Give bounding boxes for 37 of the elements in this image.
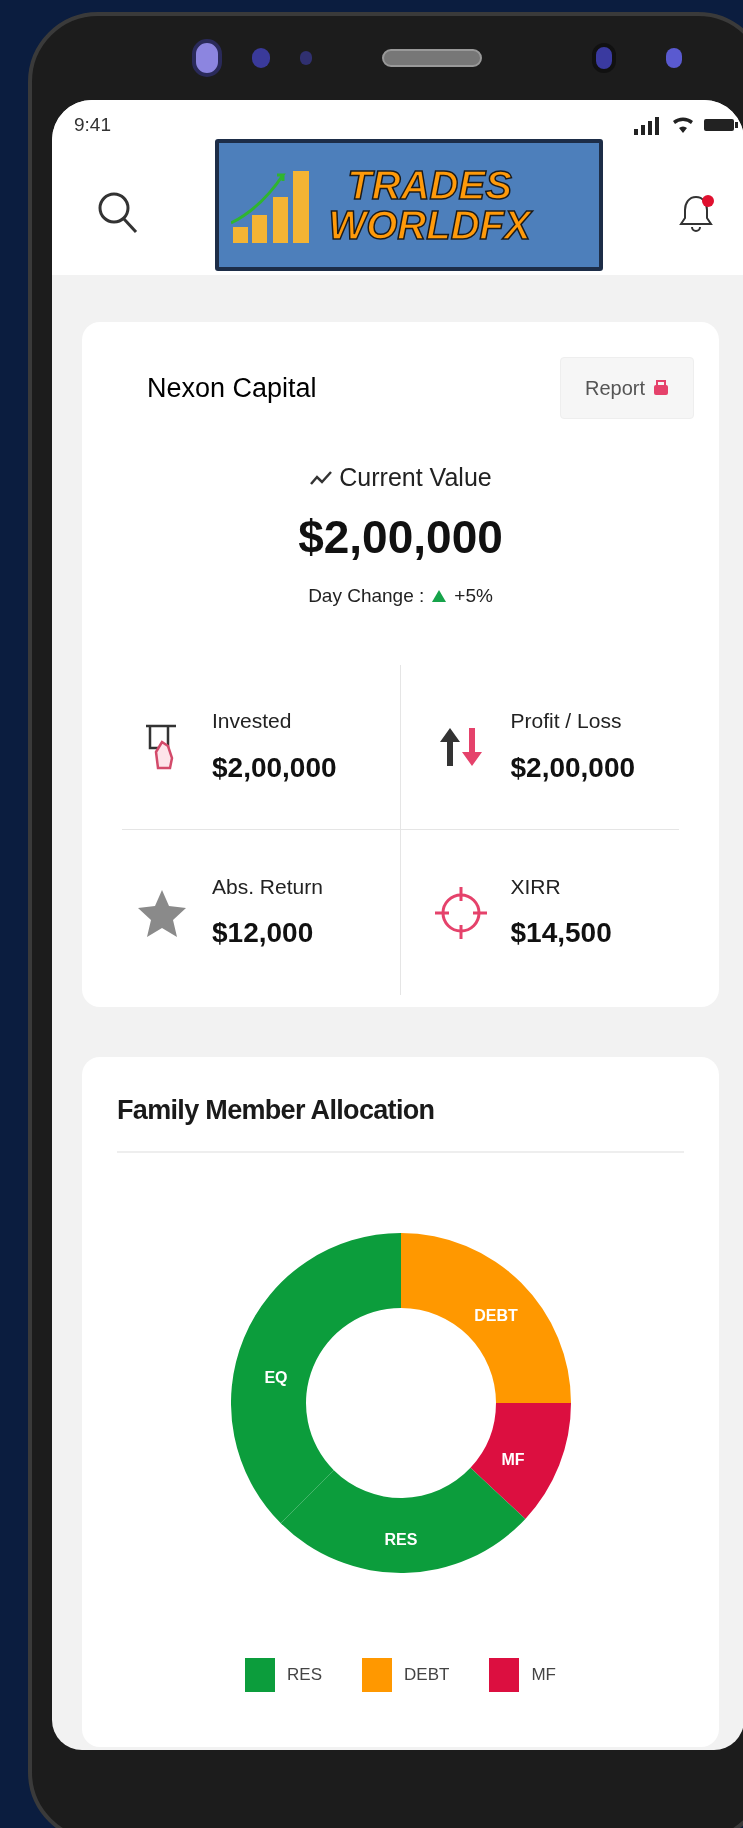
stat-label: XIRR	[510, 873, 562, 900]
sensor-icon	[300, 51, 312, 65]
day-change-label: Day Change :	[308, 583, 425, 608]
stat-label: Profit / Loss	[510, 708, 623, 735]
slice-label: DEBT	[473, 1306, 518, 1324]
stat-label: Invested	[212, 708, 293, 735]
report-button[interactable]: Report	[559, 357, 694, 419]
status-time: 9:41	[74, 112, 111, 137]
stat-value: $2,00,000	[510, 750, 636, 785]
slice-label: EQ	[263, 1368, 288, 1386]
up-triangle-icon	[432, 589, 447, 602]
crosshair-icon	[434, 884, 487, 941]
slice-label: MF	[500, 1450, 525, 1468]
current-value: $2,00,000	[298, 509, 503, 565]
camera-icon	[592, 43, 616, 73]
legend-label: MF	[531, 1663, 556, 1686]
trend-line-icon	[309, 469, 334, 486]
logo-text: TRADES	[347, 165, 512, 205]
sensor-icon	[666, 48, 682, 68]
day-change-value: +5%	[454, 583, 493, 608]
stat-value: $12,000	[212, 916, 315, 951]
portfolio-title: Nexon Capital	[147, 371, 317, 405]
camera-icon	[192, 39, 222, 77]
stat-label: Abs. Return	[212, 873, 323, 900]
search-icon[interactable]	[97, 190, 139, 235]
stat-value: $2,00,000	[212, 750, 337, 785]
legend-label: RES	[287, 1663, 323, 1686]
current-value-label: Current Value	[339, 462, 492, 493]
logo-text: WORLDFX	[328, 205, 531, 245]
wifi-icon	[670, 115, 696, 135]
legend-label: DEBT	[404, 1663, 450, 1686]
card-title: Family Member Allocation	[117, 1094, 436, 1127]
battery-icon	[704, 117, 738, 133]
slice-label: RES	[384, 1530, 417, 1548]
signal-icon	[632, 115, 662, 135]
sensor-icon	[252, 48, 270, 68]
stat-value: $14,500	[510, 916, 612, 951]
